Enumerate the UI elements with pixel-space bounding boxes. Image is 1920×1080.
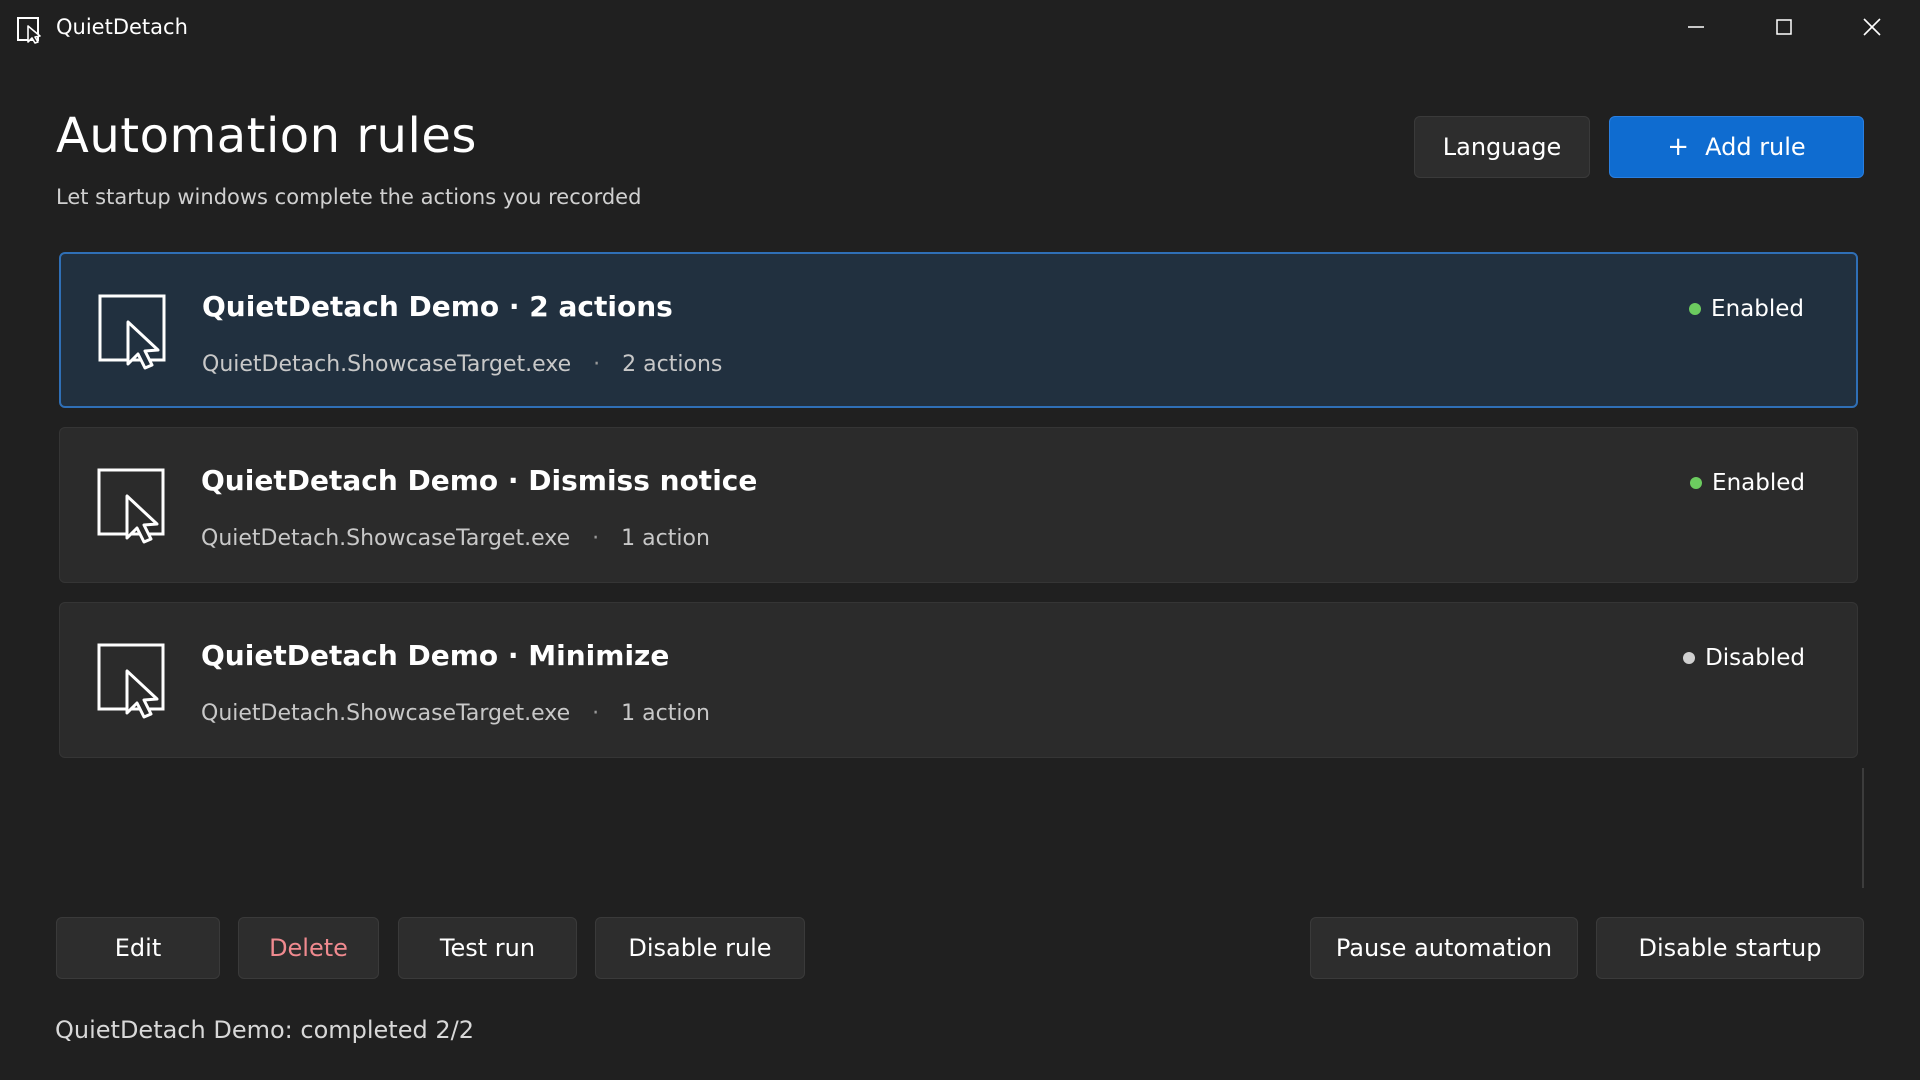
rule-action-count: 1 action (621, 701, 710, 726)
window-cursor-icon (98, 294, 170, 370)
meta-separator: · (592, 701, 600, 726)
test-run-button[interactable]: Test run (398, 917, 577, 979)
pause-automation-button[interactable]: Pause automation (1310, 917, 1578, 979)
add-rule-button[interactable]: + Add rule (1609, 116, 1864, 178)
maximize-button[interactable] (1740, 0, 1828, 58)
add-rule-label: Add rule (1705, 133, 1806, 161)
edit-button[interactable]: Edit (56, 917, 220, 979)
minimize-button[interactable] (1652, 0, 1740, 58)
status-label: Enabled (1712, 470, 1805, 496)
meta-separator: · (593, 352, 601, 377)
status-message: QuietDetach Demo: completed 2/2 (55, 1016, 474, 1044)
window-cursor-icon (97, 643, 169, 719)
page-subtitle: Let startup windows complete the actions… (56, 185, 642, 209)
title-bar: QuietDetach (0, 0, 1920, 58)
rule-card[interactable]: QuietDetach Demo · Minimize QuietDetach.… (59, 602, 1858, 758)
rule-title: QuietDetach Demo · Minimize (201, 639, 670, 672)
rule-meta: QuietDetach.ShowcaseTarget.exe · 1 action (201, 701, 710, 726)
rule-exe: QuietDetach.ShowcaseTarget.exe (202, 352, 572, 377)
status-label: Disabled (1705, 645, 1805, 671)
status-label: Enabled (1711, 296, 1804, 322)
rule-title: QuietDetach Demo · 2 actions (202, 290, 673, 323)
rule-card[interactable]: QuietDetach Demo · Dismiss notice QuietD… (59, 427, 1858, 583)
disable-startup-button[interactable]: Disable startup (1596, 917, 1864, 979)
status-badge: Enabled (1689, 296, 1804, 322)
disable-rule-button[interactable]: Disable rule (595, 917, 805, 979)
close-icon (1861, 16, 1883, 42)
page-title: Automation rules (56, 108, 477, 164)
list-scrollbar[interactable] (1862, 768, 1864, 888)
window-title: QuietDetach (56, 15, 188, 39)
meta-separator: · (592, 526, 600, 551)
rule-meta: QuietDetach.ShowcaseTarget.exe · 2 actions (202, 352, 722, 377)
rule-action-count: 2 actions (622, 352, 723, 377)
window-cursor-icon (16, 16, 44, 44)
rule-exe: QuietDetach.ShowcaseTarget.exe (201, 701, 571, 726)
rule-action-count: 1 action (621, 526, 710, 551)
plus-icon: + (1667, 132, 1690, 162)
status-dot-icon (1689, 303, 1702, 315)
status-badge: Disabled (1683, 645, 1805, 671)
maximize-icon (1774, 17, 1794, 41)
window-cursor-icon (97, 468, 169, 544)
status-badge: Enabled (1690, 470, 1805, 496)
rule-exe: QuietDetach.ShowcaseTarget.exe (201, 526, 571, 551)
rule-meta: QuietDetach.ShowcaseTarget.exe · 1 action (201, 526, 710, 551)
minimize-icon (1686, 17, 1706, 41)
close-button[interactable] (1828, 0, 1916, 58)
rule-card[interactable]: QuietDetach Demo · 2 actions QuietDetach… (59, 252, 1858, 408)
language-button[interactable]: Language (1414, 116, 1590, 178)
rule-title: QuietDetach Demo · Dismiss notice (201, 464, 758, 497)
delete-button[interactable]: Delete (238, 917, 379, 979)
status-dot-icon (1690, 477, 1703, 489)
status-dot-icon (1683, 652, 1696, 664)
